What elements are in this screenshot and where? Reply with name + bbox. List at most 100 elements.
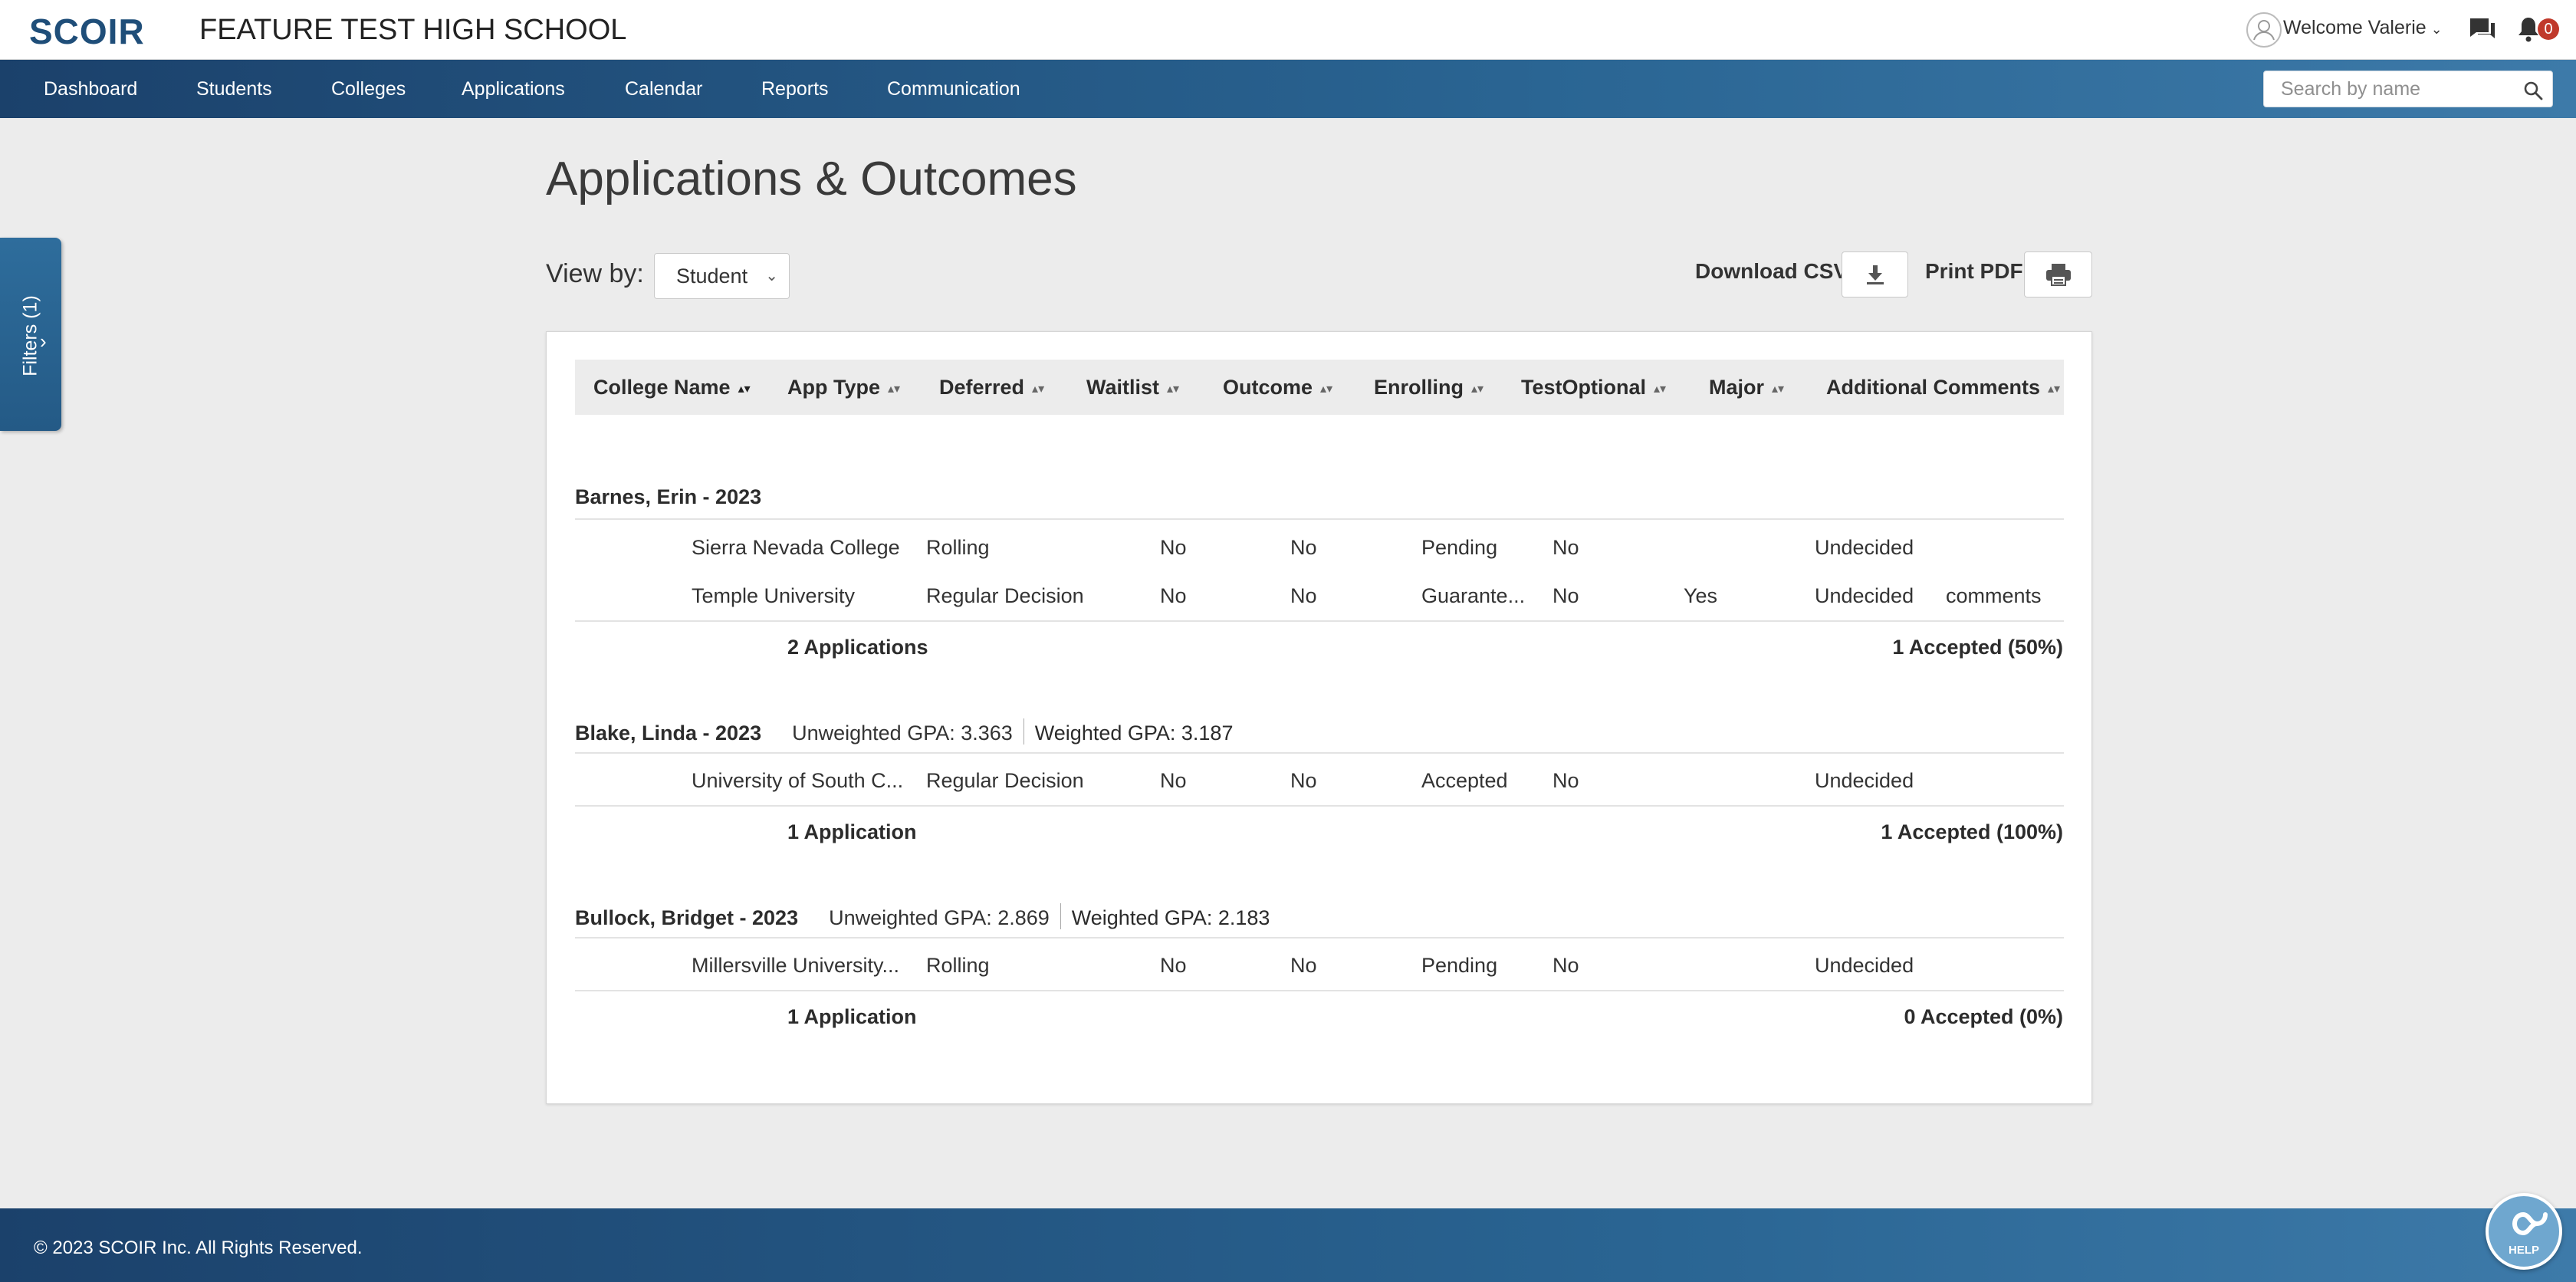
cell-app-type: Rolling — [926, 536, 990, 559]
sort-icon: ▴▾ — [738, 383, 751, 396]
help-button[interactable]: HELP — [2486, 1193, 2562, 1270]
column-outcome[interactable]: Outcome ▴▾ — [1223, 360, 1332, 415]
welcome-text: Welcome Valerie — [2283, 17, 2426, 38]
cell-college: Sierra Nevada College — [692, 536, 900, 559]
divider — [575, 518, 2064, 520]
column-college-name[interactable]: College Name ▴▾ — [593, 360, 751, 415]
nav-item-colleges[interactable]: Colleges — [331, 60, 406, 118]
column-major[interactable]: Major ▴▾ — [1709, 360, 1784, 415]
sort-icon: ▴▾ — [1167, 383, 1180, 396]
cell-deferred: No — [1160, 536, 1187, 559]
chevron-down-icon: ⌄ — [765, 268, 778, 284]
filters-label: Filters (1) — [19, 295, 41, 376]
accepted-summary: 1 Accepted (50%) — [1892, 636, 2063, 659]
column-test-optional[interactable]: TestOptional ▴▾ — [1521, 360, 1666, 415]
download-csv-button[interactable] — [1842, 251, 1908, 297]
download-csv-label: Download CSV — [1695, 259, 1848, 283]
nav-item-students[interactable]: Students — [196, 60, 272, 118]
view-by-select[interactable]: Student ⌄ — [654, 253, 790, 299]
help-label: HELP — [2508, 1244, 2539, 1257]
sort-icon: ▴▾ — [888, 383, 901, 396]
cell-enrolling: No — [1552, 954, 1579, 977]
student-group-header: Bullock, Bridget - 2023 Unweighted GPA: 2… — [575, 903, 1270, 934]
student-name[interactable]: Bullock, Bridget - 2023 — [575, 906, 798, 929]
divider — [575, 752, 2064, 754]
cell-outcome: Guarante... — [1421, 584, 1526, 607]
sort-icon: ▴▾ — [1654, 383, 1667, 396]
cell-waitlist: No — [1290, 584, 1317, 607]
results-card: College Name ▴▾ App Type ▴▾ Deferred ▴▾ Wai… — [546, 331, 2092, 1104]
cell-outcome: Accepted — [1421, 769, 1508, 792]
weighted-gpa: Weighted GPA: 2.183 — [1071, 906, 1270, 929]
student-group-header: Blake, Linda - 2023 Unweighted GPA: 3.363… — [575, 718, 1233, 749]
main-nav: Dashboard Students Colleges Applications… — [0, 60, 2576, 118]
search-input[interactable] — [2264, 71, 2509, 107]
page-title: Applications & Outcomes — [546, 153, 1077, 205]
student-name[interactable]: Blake, Linda - 2023 — [575, 722, 761, 745]
column-waitlist[interactable]: Waitlist ▴▾ — [1086, 360, 1179, 415]
cell-deferred: No — [1160, 954, 1187, 977]
cell-major: Undecided — [1815, 584, 1914, 607]
table-header: College Name ▴▾ App Type ▴▾ Deferred ▴▾ Wai… — [575, 360, 2064, 415]
cell-deferred: No — [1160, 769, 1187, 792]
scoir-logo[interactable]: SCOIR — [29, 11, 145, 52]
cell-app-type: Regular Decision — [926, 769, 1084, 792]
application-count: 2 Applications — [787, 636, 928, 659]
unweighted-gpa: Unweighted GPA: 2.869 — [829, 906, 1050, 929]
column-additional-comments[interactable]: Additional Comments ▴▾ — [1826, 360, 2060, 415]
weighted-gpa: Weighted GPA: 3.187 — [1034, 722, 1234, 745]
cell-college: Temple University — [692, 584, 856, 607]
sort-icon: ▴▾ — [1032, 383, 1045, 396]
accepted-summary: 1 Accepted (100%) — [1881, 820, 2063, 843]
nav-item-calendar[interactable]: Calendar — [625, 60, 702, 118]
top-header: SCOIR FEATURE TEST HIGH SCHOOL Welcome V… — [0, 0, 2576, 60]
sort-icon: ▴▾ — [1320, 383, 1333, 396]
print-pdf-label: Print PDF — [1925, 259, 2023, 283]
infinity-icon — [2512, 1211, 2548, 1236]
cell-enrolling: No — [1552, 536, 1579, 559]
cell-test-optional: Yes — [1684, 584, 1718, 607]
nav-item-communication[interactable]: Communication — [887, 60, 1020, 118]
search-box — [2263, 71, 2553, 107]
cell-outcome: Pending — [1421, 954, 1498, 977]
divider — [575, 805, 2064, 807]
user-avatar-icon[interactable] — [2246, 12, 2282, 48]
filters-tab[interactable]: Filters (1) › — [0, 238, 61, 431]
divider — [575, 990, 2064, 991]
column-app-type[interactable]: App Type ▴▾ — [787, 360, 900, 415]
student-name[interactable]: Barnes, Erin - 2023 — [575, 485, 761, 508]
cell-major: Undecided — [1815, 769, 1914, 792]
cell-waitlist: No — [1290, 769, 1317, 792]
cell-outcome: Pending — [1421, 536, 1498, 559]
search-icon[interactable] — [2523, 81, 2543, 100]
welcome-menu[interactable]: Welcome Valerie ⌄ — [2283, 17, 2443, 39]
gpa-divider — [1060, 903, 1061, 929]
notification-badge[interactable]: 0 — [2538, 18, 2559, 40]
cell-college: University of South C... — [692, 769, 904, 792]
sort-icon: ▴▾ — [1772, 383, 1785, 396]
cell-app-type: Rolling — [926, 954, 990, 977]
accepted-summary: 0 Accepted (0%) — [1904, 1005, 2063, 1028]
nav-item-reports[interactable]: Reports — [761, 60, 829, 118]
chevron-down-icon: ⌄ — [2430, 21, 2443, 37]
cell-waitlist: No — [1290, 536, 1317, 559]
cell-enrolling: No — [1552, 769, 1579, 792]
chevron-right-icon: › — [40, 330, 47, 353]
nav-item-applications[interactable]: Applications — [462, 60, 565, 118]
cell-major: Undecided — [1815, 536, 1914, 559]
copyright-text: © 2023 SCOIR Inc. All Rights Reserved. — [34, 1238, 363, 1258]
column-enrolling[interactable]: Enrolling ▴▾ — [1374, 360, 1484, 415]
unweighted-gpa: Unweighted GPA: 3.363 — [792, 722, 1013, 745]
footer — [0, 1208, 2576, 1282]
cell-app-type: Regular Decision — [926, 584, 1084, 607]
sort-icon: ▴▾ — [1471, 383, 1484, 396]
messages-icon[interactable] — [2469, 17, 2496, 41]
divider — [575, 937, 2064, 938]
sort-icon: ▴▾ — [2048, 383, 2061, 396]
print-pdf-button[interactable] — [2024, 251, 2092, 297]
cell-major: Undecided — [1815, 954, 1914, 977]
column-deferred[interactable]: Deferred ▴▾ — [939, 360, 1044, 415]
application-count: 1 Application — [787, 820, 917, 843]
nav-item-dashboard[interactable]: Dashboard — [44, 60, 137, 118]
printer-icon — [2045, 264, 2071, 286]
